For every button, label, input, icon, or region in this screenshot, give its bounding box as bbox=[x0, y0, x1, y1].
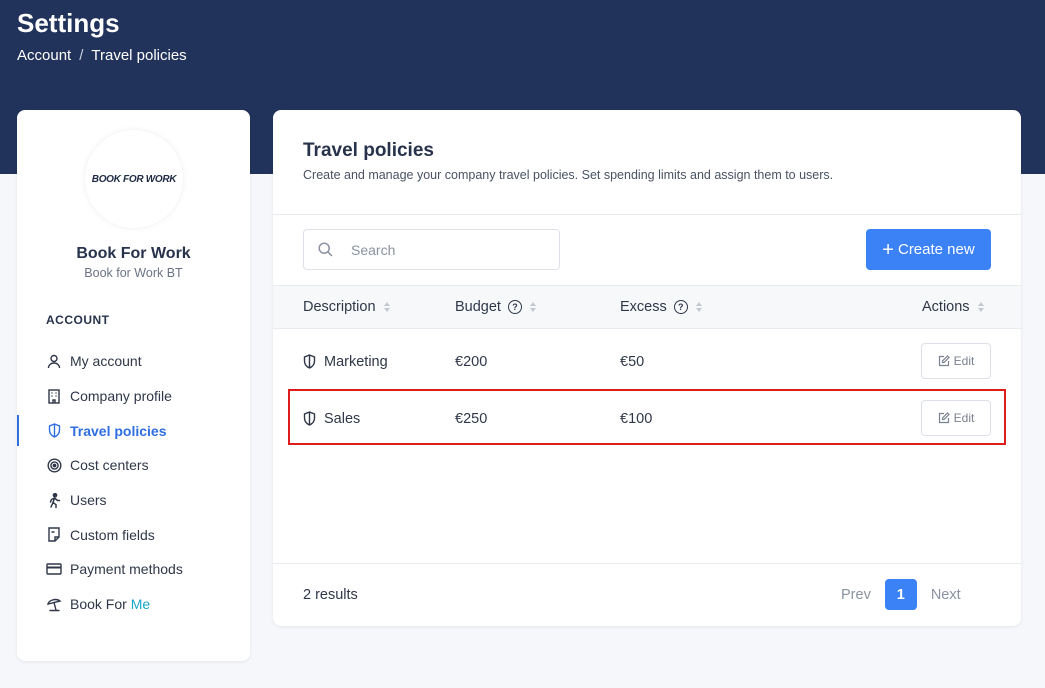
sidebar-item-label: Travel policies bbox=[70, 422, 167, 439]
sidebar-item-label: Cost centers bbox=[70, 457, 149, 474]
table-row: Marketing €200 €50 Edit bbox=[273, 333, 1021, 390]
create-new-label: Create new bbox=[897, 241, 975, 258]
column-excess-label: Excess bbox=[620, 299, 667, 315]
company-subtitle: Book for Work BT bbox=[84, 266, 183, 280]
sort-icon bbox=[977, 302, 984, 312]
sort-icon bbox=[529, 302, 536, 312]
table-header: Description Budget ? Excess ? Actions bbox=[273, 285, 1021, 329]
breadcrumb-travel-policies: Travel policies bbox=[91, 47, 187, 64]
travel-policies-card: Travel policies Create and manage your c… bbox=[273, 110, 1021, 626]
shield-icon bbox=[303, 354, 316, 369]
user-icon bbox=[46, 353, 62, 369]
company-logo-text: BOOK FOR WORK bbox=[91, 173, 177, 185]
sidebar-item-custom-fields[interactable]: Custom fields bbox=[17, 517, 250, 552]
walking-user-icon bbox=[46, 492, 62, 508]
sidebar-nav: My account Company profile Travel polici… bbox=[17, 344, 250, 622]
policy-name: Marketing bbox=[324, 353, 388, 370]
edit-button[interactable]: Edit bbox=[921, 343, 991, 379]
sidebar-item-users[interactable]: Users bbox=[17, 483, 250, 518]
sort-icon bbox=[383, 302, 390, 312]
sidebar-item-payment-methods[interactable]: Payment methods bbox=[17, 552, 250, 587]
help-icon[interactable]: ? bbox=[673, 300, 688, 314]
cell-budget: €200 bbox=[455, 353, 488, 370]
sidebar-item-company-profile[interactable]: Company profile bbox=[17, 379, 250, 414]
breadcrumb-separator: / bbox=[79, 47, 84, 64]
column-excess[interactable]: Excess ? bbox=[620, 286, 702, 328]
policy-name: Sales bbox=[324, 410, 361, 427]
search-box[interactable] bbox=[303, 229, 560, 270]
prev-page-button[interactable]: Prev bbox=[841, 587, 871, 603]
sidebar-item-label: My account bbox=[70, 353, 142, 370]
search-input[interactable] bbox=[351, 241, 541, 258]
pagination: Prev 1 Next bbox=[841, 579, 961, 610]
cell-budget: €250 bbox=[455, 410, 488, 427]
sort-icon bbox=[695, 302, 702, 312]
shield-icon bbox=[303, 411, 316, 426]
sidebar-item-label-accent: Me bbox=[130, 596, 151, 613]
sidebar-item-cost-centers[interactable]: Cost centers bbox=[17, 448, 250, 483]
target-icon bbox=[46, 457, 62, 473]
sidebar-section-label: ACCOUNT bbox=[46, 313, 110, 327]
credit-card-icon bbox=[46, 561, 62, 577]
cell-excess: €50 bbox=[620, 353, 645, 370]
sidebar-item-label: Custom fields bbox=[70, 526, 155, 543]
column-actions[interactable]: Actions bbox=[922, 286, 984, 328]
sidebar-item-book-for-me[interactable]: Book For Me bbox=[17, 587, 250, 622]
beach-umbrella-icon bbox=[46, 596, 62, 612]
document-icon bbox=[46, 527, 62, 543]
column-actions-label: Actions bbox=[922, 299, 970, 315]
sidebar-item-my-account[interactable]: My account bbox=[17, 344, 250, 379]
cell-excess: €100 bbox=[620, 410, 653, 427]
building-icon bbox=[46, 388, 62, 404]
column-budget-label: Budget bbox=[455, 299, 501, 315]
table-row: Sales €250 €100 Edit bbox=[273, 390, 1021, 447]
divider bbox=[273, 214, 1021, 215]
card-title: Travel policies bbox=[303, 140, 434, 161]
breadcrumb: Account / Travel policies bbox=[17, 47, 187, 64]
edit-button[interactable]: Edit bbox=[921, 400, 991, 436]
search-icon bbox=[318, 242, 333, 257]
page-1-button[interactable]: 1 bbox=[884, 579, 917, 610]
sidebar-item-label: Book For bbox=[70, 596, 131, 613]
column-description[interactable]: Description bbox=[303, 286, 390, 328]
sidebar-item-label: Company profile bbox=[70, 388, 172, 405]
edit-icon bbox=[938, 412, 950, 424]
sidebar-item-label: Users bbox=[70, 492, 107, 509]
create-new-button[interactable]: + Create new bbox=[866, 229, 991, 270]
company-name: Book For Work bbox=[76, 245, 191, 262]
breadcrumb-account[interactable]: Account bbox=[17, 47, 71, 64]
cell-description: Marketing bbox=[303, 333, 388, 390]
help-icon[interactable]: ? bbox=[507, 300, 522, 314]
divider bbox=[273, 563, 1021, 564]
company-logo: BOOK FOR WORK bbox=[85, 130, 183, 228]
cell-description: Sales bbox=[303, 390, 360, 447]
sidebar-item-label: Payment methods bbox=[70, 561, 183, 578]
next-page-button[interactable]: Next bbox=[931, 587, 961, 603]
edit-label: Edit bbox=[953, 354, 975, 368]
edit-icon bbox=[938, 355, 950, 367]
results-count: 2 results bbox=[303, 587, 358, 603]
page-title: Settings bbox=[17, 8, 120, 38]
card-description: Create and manage your company travel po… bbox=[303, 168, 834, 182]
shield-icon bbox=[46, 423, 62, 439]
plus-icon: + bbox=[882, 238, 894, 261]
edit-label: Edit bbox=[953, 411, 975, 425]
sidebar: BOOK FOR WORK Book For Work Book for Wor… bbox=[17, 110, 250, 661]
sidebar-item-travel-policies[interactable]: Travel policies bbox=[17, 413, 250, 448]
column-description-label: Description bbox=[303, 299, 376, 315]
column-budget[interactable]: Budget ? bbox=[455, 286, 536, 328]
